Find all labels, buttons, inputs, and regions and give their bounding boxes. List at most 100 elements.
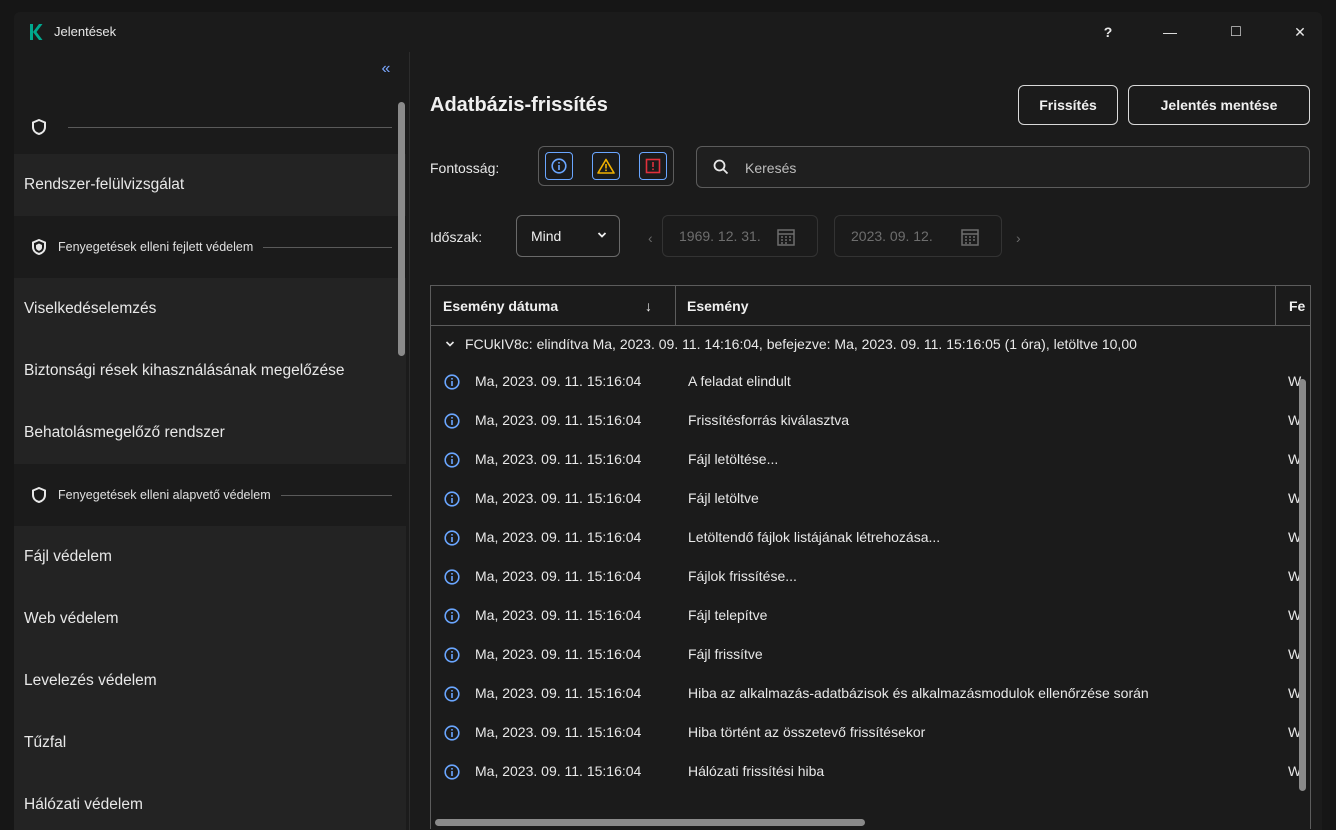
table-row[interactable]: Ma, 2023. 09. 11. 15:16:04 Frissítésforr… [431,401,1306,440]
date-to-value: 2023. 09. 12. [851,228,933,244]
sort-descending-icon[interactable]: ↓ [645,286,652,325]
severity-filter [538,146,674,186]
shield-icon [30,238,48,256]
table-row[interactable]: Ma, 2023. 09. 11. 15:16:04 Letöltendő fá… [431,518,1306,557]
severity-info-toggle[interactable] [545,152,573,180]
info-icon [444,413,460,429]
info-icon [444,374,460,390]
sidebar-item-label: Web védelem [24,610,119,627]
table-row[interactable]: Ma, 2023. 09. 11. 15:16:04 Hiba az alkal… [431,674,1306,713]
date-from-field[interactable]: 1969. 12. 31. [662,215,818,257]
calendar-icon [777,229,795,246]
sidebar-scrollbar[interactable] [398,102,405,356]
table-row[interactable]: Ma, 2023. 09. 11. 15:16:04 Fájl telepítv… [431,596,1306,635]
sidebar-divider [409,52,410,830]
event-date: Ma, 2023. 09. 11. 15:16:04 [475,646,642,662]
close-button[interactable]: ✕ [1278,12,1322,52]
sidebar-item-firewall[interactable]: Tűzfal [14,712,406,774]
period-prev-icon[interactable]: ‹ [648,230,653,246]
maximize-button[interactable]: □ [1214,12,1258,52]
divider [280,494,392,496]
event-text: Hiba történt az összetevő frissítésekor [688,724,926,740]
date-to-field[interactable]: 2023. 09. 12. [834,215,1002,257]
sidebar-group-label: Fenyegetések elleni alapvető védelem [58,488,271,502]
event-text: Hálózati frissítési hiba [688,763,825,779]
task-group-row[interactable]: FCUkIV8c: elindítva Ma, 2023. 09. 11. 14… [431,326,1306,362]
task-group-label: FCUkIV8c: elindítva Ma, 2023. 09. 11. 14… [465,336,1137,352]
table-row[interactable]: Ma, 2023. 09. 11. 15:16:04 Fájl frissítv… [431,635,1306,674]
event-date: Ma, 2023. 09. 11. 15:16:04 [475,607,642,623]
table-row[interactable]: Ma, 2023. 09. 11. 15:16:04 Hálózati fris… [431,752,1306,791]
column-header-event-date[interactable]: Esemény dátuma [443,286,558,325]
chevron-down-icon[interactable] [445,339,455,349]
event-text: Fájl letöltve [688,490,759,506]
error-icon [645,158,661,174]
table-row[interactable]: Ma, 2023. 09. 11. 15:16:04 Hiba történt … [431,713,1306,752]
sidebar: « Rendszer-felülvizsgálat Fenyegetések e… [14,52,410,830]
period-select[interactable]: Mind [516,215,620,257]
table-row[interactable]: Ma, 2023. 09. 11. 15:16:04 A feladat eli… [431,362,1306,401]
sidebar-item-behavior-detection[interactable]: Viselkedéselemzés [14,278,406,340]
column-separator[interactable] [1275,286,1276,325]
event-date: Ma, 2023. 09. 11. 15:16:04 [475,529,642,545]
minimize-button[interactable]: — [1148,12,1192,52]
period-next-icon[interactable]: › [1016,230,1021,246]
refresh-button[interactable]: Frissítés [1018,85,1118,125]
event-text: A feladat elindult [688,373,791,389]
search-field[interactable] [696,146,1310,188]
event-text: Hiba az alkalmazás-adatbázisok és alkalm… [688,685,1149,701]
sidebar-item-host-intrusion-prevention[interactable]: Behatolásmegelőző rendszer [14,402,406,464]
calendar-icon [961,229,979,246]
sidebar-item-label: Fájl védelem [24,548,112,565]
collapse-sidebar-icon[interactable]: « [374,60,398,82]
divider [263,246,392,248]
event-text: Fájl frissítve [688,646,763,662]
event-text: Fájlok frissítése... [688,568,797,584]
info-icon [444,569,460,585]
sidebar-group-essential: Fenyegetések elleni alapvető védelem [14,464,406,526]
sidebar-item-label: Rendszer-felülvizsgálat [24,176,185,193]
event-text: Fájl telepítve [688,607,768,623]
sidebar-item-file-protection[interactable]: Fájl védelem [14,526,406,588]
info-icon [551,158,567,174]
period-label: Időszak: [430,229,483,245]
column-header-truncated[interactable]: Fe [1289,286,1305,325]
event-date: Ma, 2023. 09. 11. 15:16:04 [475,685,642,701]
info-icon [444,608,460,624]
event-date: Ma, 2023. 09. 11. 15:16:04 [475,412,642,428]
severity-error-toggle[interactable] [639,152,667,180]
event-date: Ma, 2023. 09. 11. 15:16:04 [475,763,642,779]
window-title: Jelentések [54,24,117,39]
table-horizontal-scrollbar[interactable] [435,819,865,826]
sidebar-item-label: Tűzfal [24,734,67,751]
info-icon [444,530,460,546]
sidebar-item-network-protection[interactable]: Hálózati védelem [14,774,406,830]
event-date: Ma, 2023. 09. 11. 15:16:04 [475,373,642,389]
help-button[interactable]: ? [1086,12,1130,52]
column-separator[interactable] [675,286,676,325]
app-window: Jelentések ? — □ ✕ « Rendszer-felülvizsg… [14,12,1322,830]
save-report-button[interactable]: Jelentés mentése [1128,85,1310,125]
sidebar-item-web-protection[interactable]: Web védelem [14,588,406,650]
date-from-value: 1969. 12. 31. [679,228,761,244]
severity-label: Fontosság: [430,160,500,176]
severity-warning-toggle[interactable] [592,152,620,180]
table-row[interactable]: Ma, 2023. 09. 11. 15:16:04 Fájlok frissí… [431,557,1306,596]
sidebar-item-label: Biztonsági rések kihasználásának megelőz… [24,362,345,379]
search-icon [713,159,729,175]
event-text: Fájl letöltése... [688,451,779,467]
title-bar: Jelentések ? — □ ✕ [14,12,1322,52]
sidebar-item-system-scan[interactable]: Rendszer-felülvizsgálat [14,154,406,216]
table-row[interactable]: Ma, 2023. 09. 11. 15:16:04 Fájl letöltés… [431,440,1306,479]
main-panel: Adatbázis-frissítés Frissítés Jelentés m… [414,52,1322,830]
shield-icon [30,486,48,504]
table-row[interactable]: Ma, 2023. 09. 11. 15:16:04 Fájl letöltve… [431,479,1306,518]
shield-icon [30,118,48,136]
table-vertical-scrollbar[interactable] [1299,379,1306,791]
sidebar-group-advanced: Fenyegetések elleni fejlett védelem [14,216,406,278]
sidebar-item-exploit-prevention[interactable]: Biztonsági rések kihasználásának megelőz… [14,340,406,402]
sidebar-group-general [14,96,406,158]
sidebar-item-mail-protection[interactable]: Levelezés védelem [14,650,406,712]
search-input[interactable] [743,157,1267,179]
column-header-event[interactable]: Esemény [687,286,748,325]
